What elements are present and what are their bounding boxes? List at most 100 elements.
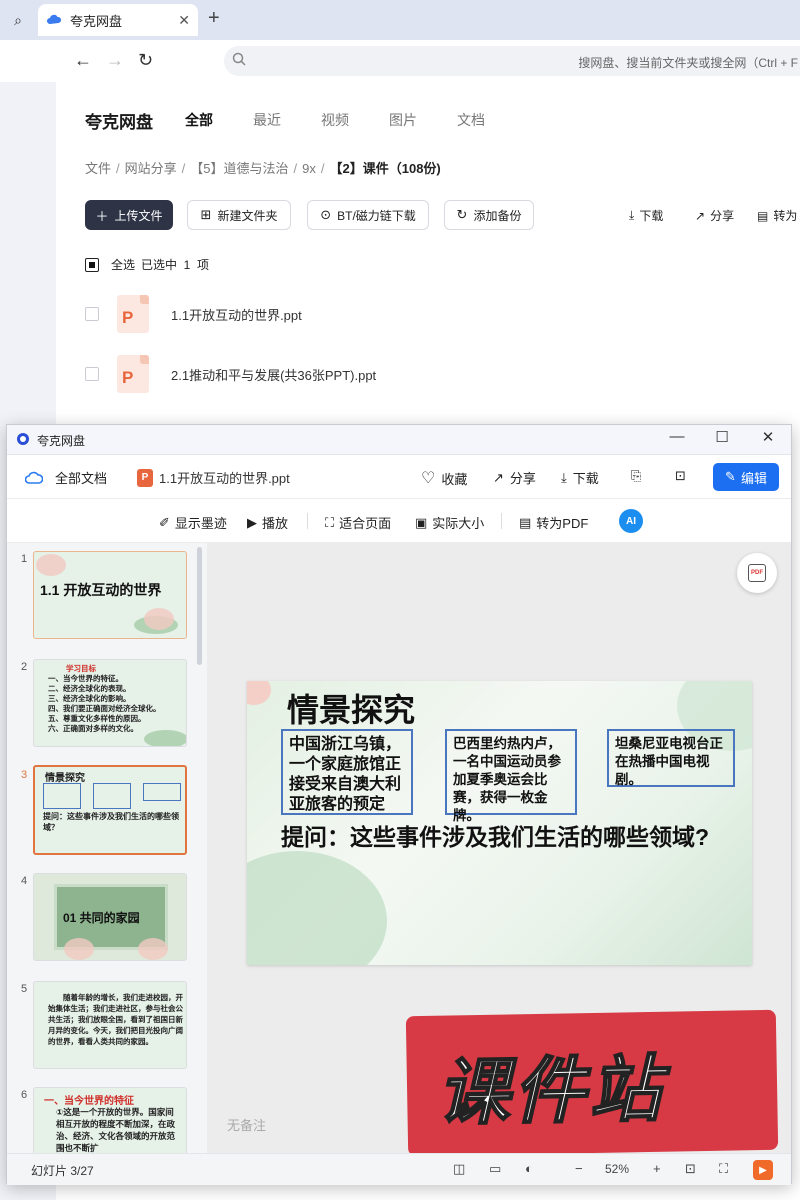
backup-icon: ↻ xyxy=(456,207,468,222)
share-button[interactable]: ↗ 分享 xyxy=(493,468,536,487)
zoom-out-icon[interactable]: − xyxy=(575,1161,583,1176)
add-backup-button[interactable]: ↻ 添加备份 xyxy=(444,200,534,230)
pdf-icon: ▤ xyxy=(519,514,532,530)
breadcrumb: 文件 / 网站分享 / 【5】道德与法治/9x / 【2】课件（108份) xyxy=(85,161,441,176)
download-button[interactable]: ⤓ 下载 xyxy=(561,468,599,487)
to-pdf-button[interactable]: ▤ 转为PDF xyxy=(519,513,588,532)
upload-button[interactable]: ＋上传文件 xyxy=(85,200,173,230)
heart-icon: ♡ xyxy=(421,470,436,487)
new-folder-button[interactable]: ⊞ 新建文件夹 xyxy=(187,200,291,230)
share-button[interactable]: ↗ 分享 xyxy=(695,207,734,224)
plus-icon: ＋ xyxy=(95,208,109,224)
thumbnail-scrollbar[interactable] xyxy=(197,547,202,665)
tab-title: 夸克网盘 xyxy=(70,13,123,29)
slide-thumbnail[interactable]: 1.1 开放互动的世界 xyxy=(33,551,187,639)
present-icon[interactable]: ▶ xyxy=(753,1160,773,1180)
slide-thumbnail[interactable]: 01 共同的家园 xyxy=(33,873,187,961)
file-checkbox[interactable] xyxy=(85,367,99,381)
ai-assistant-button[interactable]: AI xyxy=(619,509,643,533)
favorite-button[interactable]: ♡ 收藏 xyxy=(421,468,467,488)
close-icon[interactable]: ✕ xyxy=(758,428,778,446)
ppt-badge-icon: P xyxy=(137,468,153,487)
breadcrumb-item[interactable]: 【5】道德与法治 xyxy=(190,161,288,176)
select-row: 全选 已选中 1 项 xyxy=(85,256,209,273)
search-icon xyxy=(232,52,246,66)
slide-textbox: 坦桑尼亚电视台正在热播中国电视剧。 xyxy=(607,729,735,787)
minimize-icon[interactable]: — xyxy=(667,428,687,445)
fullscreen-icon[interactable]: ⛶ xyxy=(719,1161,728,1177)
feedback-icon[interactable]: ⊡ xyxy=(675,468,686,484)
fit-page-icon: ⛶ xyxy=(325,514,335,530)
download-icon: ⤓ xyxy=(629,208,635,222)
viewer-toolbar: ✐ 显示墨迹 ▶ 播放 ⛶ 适合页面 ▣ 实际大小 ▤ 转为PDF AI xyxy=(7,499,791,543)
back-arrow-icon[interactable]: ← xyxy=(74,50,92,71)
nav-all[interactable]: 全部 xyxy=(185,110,253,130)
reload-icon[interactable]: ↻ xyxy=(138,50,153,71)
slide-thumbnail[interactable]: 学习目标 一、当今世界的特征。 二、经济全球化的表现。 三、经济全球化的影响。 … xyxy=(33,659,187,747)
zoom-level[interactable]: 52% xyxy=(605,1162,629,1176)
pdf-export-button[interactable]: PDF xyxy=(737,553,777,593)
zoom-in-icon[interactable]: + xyxy=(653,1161,661,1176)
forward-arrow-icon[interactable]: → xyxy=(106,50,124,71)
selected-count: 已选中 1 项 xyxy=(141,258,210,272)
nav-recent[interactable]: 最近 xyxy=(253,110,321,130)
nav-image[interactable]: 图片 xyxy=(389,110,457,130)
new-tab-icon[interactable]: + xyxy=(208,8,220,28)
bt-download-button[interactable]: ⊙ BT/磁力链下载 xyxy=(307,200,429,230)
theme-icon[interactable]: ◐ xyxy=(525,1161,533,1176)
tab-search-icon[interactable]: ⌕ xyxy=(6,8,30,32)
pen-icon: ✎ xyxy=(725,469,736,484)
file-row[interactable]: P 2.1推动和平与发展(共36张PPT).ppt xyxy=(85,354,785,394)
share-icon: ↗ xyxy=(493,469,504,485)
breadcrumb-item[interactable]: 9x xyxy=(302,161,316,176)
show-ink-button[interactable]: ✐ 显示墨迹 xyxy=(159,513,227,532)
slide-thumbnail[interactable]: 一、当今世界的特征 ①这是一个开放的世界。国家间相互开放的程度不断加深，在政治、… xyxy=(33,1087,187,1153)
breadcrumb-item[interactable]: 文件 xyxy=(85,161,111,176)
slide-thumbnail-selected[interactable]: 情景探究 提问：这些事件涉及我们生活的哪些领域？ xyxy=(33,765,187,855)
browser-tab[interactable]: 夸克网盘 ✕ xyxy=(38,4,198,36)
toolbar-divider xyxy=(501,513,502,529)
thumbnail-number: 5 xyxy=(21,983,28,995)
view-mode-icon[interactable]: ◫ xyxy=(453,1161,465,1177)
fit-page-button[interactable]: ⛶ 适合页面 xyxy=(325,513,391,532)
fit-icon[interactable]: ⊡ xyxy=(685,1161,696,1177)
slide-thumbnail[interactable]: 随着年龄的增长，我们走进校园，开始集体生活；我们走进社区，参与社会公共生活；我们… xyxy=(33,981,187,1069)
maximize-icon[interactable]: ☐ xyxy=(712,428,732,446)
play-button[interactable]: ▶ 播放 xyxy=(247,513,288,532)
all-docs-button[interactable]: 全部文档 xyxy=(25,468,107,487)
download-button[interactable]: ⤓ 下载 xyxy=(629,207,663,224)
to-pdf-button[interactable]: ▤ 转为 xyxy=(757,207,797,224)
pdf-icon: ▤ xyxy=(757,208,769,223)
current-slide: 情景探究 中国浙江乌镇，一个家庭旅馆正接受来自澳大利亚旅客的预定 巴西里约热内卢… xyxy=(247,681,752,965)
file-checkbox[interactable] xyxy=(85,307,99,321)
notes-placeholder[interactable]: 无备注 xyxy=(227,1115,266,1134)
tab-close-icon[interactable]: ✕ xyxy=(178,12,190,29)
viewer-status-bar: 幻灯片 3/27 ◫ ▭ ◐ − 52% + ⊡ ⛶ ▶ xyxy=(7,1153,791,1185)
nav-doc[interactable]: 文档 xyxy=(457,110,525,130)
notes-icon[interactable]: ▭ xyxy=(489,1161,501,1177)
breadcrumb-item[interactable]: 网站分享 xyxy=(125,161,177,176)
ppt-file-icon: P xyxy=(117,295,149,333)
actual-size-button[interactable]: ▣ 实际大小 xyxy=(415,513,484,532)
play-icon: ▶ xyxy=(247,514,257,530)
slide-view: PDF 情景探究 中国浙江乌镇，一个家庭旅馆正接受来自澳大利亚旅客的预定 巴西里… xyxy=(207,543,791,1157)
document-viewer-window: 夸克网盘 — ☐ ✕ 全部文档 P 1.1开放互动的世界.ppt ♡ 收藏 ↗ 分享… xyxy=(6,424,792,1185)
slide-textbox: 巴西里约热内卢，一名中国运动员参加夏季奥运会比赛，获得一枚金牌。 xyxy=(445,729,577,823)
select-all-checkbox[interactable] xyxy=(85,257,99,272)
nav-video[interactable]: 视频 xyxy=(321,110,389,130)
save-to-icon[interactable]: ⎘ xyxy=(631,468,641,484)
file-name[interactable]: 2.1推动和平与发展(共36张PPT).ppt xyxy=(171,365,376,384)
viewer-window-title: 夸克网盘 xyxy=(37,434,86,448)
search-placeholder: 搜网盘、搜当前文件夹或搜全网（Ctrl + F xyxy=(578,56,798,70)
top-nav: 全部 最近 视频 图片 文档 xyxy=(185,110,525,130)
edit-button[interactable]: ✎ 编辑 xyxy=(713,463,779,491)
file-row[interactable]: P 1.1开放互动的世界.ppt xyxy=(85,294,785,334)
select-all-label[interactable]: 全选 xyxy=(111,256,135,273)
search-input[interactable]: 搜网盘、搜当前文件夹或搜全网（Ctrl + F xyxy=(224,46,800,76)
thumbnail-number: 3 xyxy=(21,769,28,781)
thumbnail-number: 4 xyxy=(21,875,28,887)
breadcrumb-current: 【2】课件（108份) xyxy=(329,161,441,176)
toolbar-divider xyxy=(307,513,308,529)
ppt-file-icon: P xyxy=(117,355,149,393)
file-name[interactable]: 1.1开放互动的世界.ppt xyxy=(171,305,302,324)
